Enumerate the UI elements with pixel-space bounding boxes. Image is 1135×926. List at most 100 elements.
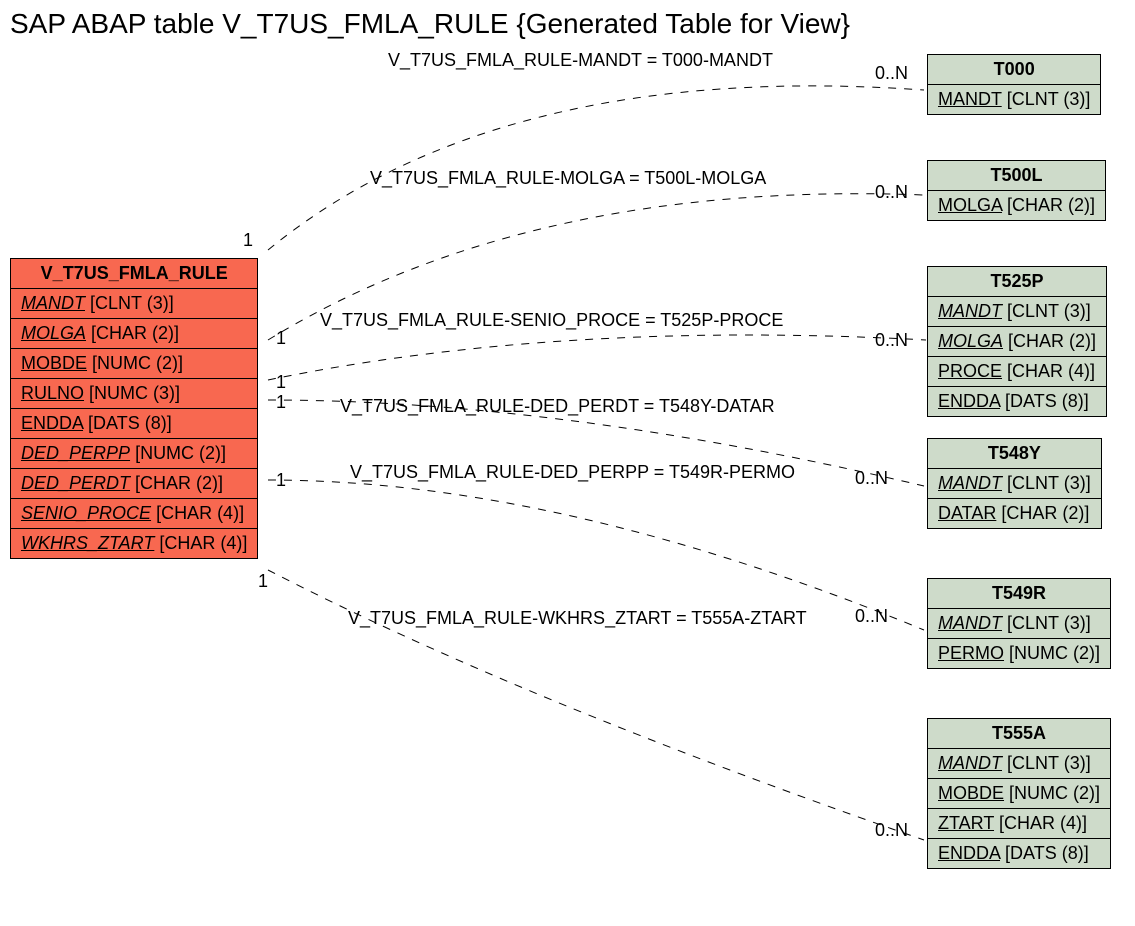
field-row: MOLGA [CHAR (2)] xyxy=(928,191,1105,220)
entity-t549r: T549R MANDT [CLNT (3)] PERMO [NUMC (2)] xyxy=(927,578,1111,669)
card-right-0: 0..N xyxy=(875,63,908,84)
field-type: [CLNT (3)] xyxy=(1007,89,1091,109)
entity-t548y: T548Y MANDT [CLNT (3)] DATAR [CHAR (2)] xyxy=(927,438,1102,529)
card-left-5: 1 xyxy=(258,571,268,592)
card-right-4: 0..N xyxy=(855,468,888,489)
card-left-4: 1 xyxy=(276,470,286,491)
entity-header: T548Y xyxy=(928,439,1101,469)
entity-t500l: T500L MOLGA [CHAR (2)] xyxy=(927,160,1106,221)
field-row: MANDT [CLNT (3)] xyxy=(11,289,257,319)
card-right-5: 0..N xyxy=(855,606,888,627)
field-name: MOLGA xyxy=(938,331,1003,351)
entity-main-header: V_T7US_FMLA_RULE xyxy=(11,259,257,289)
entity-header: T000 xyxy=(928,55,1100,85)
field-type: [CHAR (2)] xyxy=(1008,331,1096,351)
field-row: DED_PERPP [NUMC (2)] xyxy=(11,439,257,469)
field-name: MOLGA xyxy=(21,323,86,343)
field-type: [NUMC (2)] xyxy=(92,353,183,373)
field-type: [CHAR (4)] xyxy=(999,813,1087,833)
field-row: ENDDA [DATS (8)] xyxy=(928,839,1110,868)
field-row: MANDT [CLNT (3)] xyxy=(928,85,1100,114)
entity-header: T555A xyxy=(928,719,1110,749)
field-row: ENDDA [DATS (8)] xyxy=(928,387,1106,416)
field-type: [DATS (8)] xyxy=(1005,391,1089,411)
card-right-1: 0..N xyxy=(875,182,908,203)
rel-label-2: V_T7US_FMLA_RULE-SENIO_PROCE = T525P-PRO… xyxy=(320,310,783,331)
field-name: MOBDE xyxy=(21,353,87,373)
field-name: DED_PERDT xyxy=(21,473,130,493)
field-name: MANDT xyxy=(938,473,1002,493)
field-row: PERMO [NUMC (2)] xyxy=(928,639,1110,668)
field-type: [NUMC (3)] xyxy=(89,383,180,403)
rel-label-1: V_T7US_FMLA_RULE-MOLGA = T500L-MOLGA xyxy=(370,168,766,189)
field-name: PERMO xyxy=(938,643,1004,663)
field-name: MOLGA xyxy=(938,195,1002,215)
field-type: [CHAR (2)] xyxy=(91,323,179,343)
field-type: [NUMC (2)] xyxy=(1009,643,1100,663)
field-type: [DATS (8)] xyxy=(88,413,172,433)
card-right-2: 0..N xyxy=(875,330,908,351)
field-type: [CHAR (4)] xyxy=(159,533,247,553)
card-left-0: 1 xyxy=(243,230,253,251)
card-left-1: 1 xyxy=(276,328,286,349)
field-name: ZTART xyxy=(938,813,994,833)
field-type: [CLNT (3)] xyxy=(1007,301,1091,321)
field-type: [NUMC (2)] xyxy=(135,443,226,463)
field-type: [CHAR (2)] xyxy=(1007,195,1095,215)
entity-t555a: T555A MANDT [CLNT (3)] MOBDE [NUMC (2)] … xyxy=(927,718,1111,869)
field-row: MOBDE [NUMC (2)] xyxy=(11,349,257,379)
field-row: MOLGA [CHAR (2)] xyxy=(11,319,257,349)
field-type: [CHAR (4)] xyxy=(156,503,244,523)
field-row: SENIO_PROCE [CHAR (4)] xyxy=(11,499,257,529)
field-row: ZTART [CHAR (4)] xyxy=(928,809,1110,839)
card-right-t555a: 0..N xyxy=(875,820,908,841)
entity-header: T525P xyxy=(928,267,1106,297)
entity-main: V_T7US_FMLA_RULE MANDT [CLNT (3)] MOLGA … xyxy=(10,258,258,559)
field-name: ENDDA xyxy=(938,843,1000,863)
field-type: [DATS (8)] xyxy=(1005,843,1089,863)
entity-header: T549R xyxy=(928,579,1110,609)
field-row: ENDDA [DATS (8)] xyxy=(11,409,257,439)
field-name: DED_PERPP xyxy=(21,443,130,463)
field-row: MOLGA [CHAR (2)] xyxy=(928,327,1106,357)
entity-t525p: T525P MANDT [CLNT (3)] MOLGA [CHAR (2)] … xyxy=(927,266,1107,417)
card-left-2: 1 xyxy=(276,372,286,393)
field-name: MANDT xyxy=(938,89,1002,109)
field-type: [CLNT (3)] xyxy=(90,293,174,313)
field-row: MOBDE [NUMC (2)] xyxy=(928,779,1110,809)
field-row: MANDT [CLNT (3)] xyxy=(928,469,1101,499)
field-name: MANDT xyxy=(938,613,1002,633)
field-row: MANDT [CLNT (3)] xyxy=(928,749,1110,779)
field-name: MOBDE xyxy=(938,783,1004,803)
field-type: [NUMC (2)] xyxy=(1009,783,1100,803)
field-type: [CLNT (3)] xyxy=(1007,613,1091,633)
rel-label-0: V_T7US_FMLA_RULE-MANDT = T000-MANDT xyxy=(388,50,773,71)
field-name: ENDDA xyxy=(21,413,83,433)
field-name: RULNO xyxy=(21,383,84,403)
field-type: [CLNT (3)] xyxy=(1007,473,1091,493)
field-name: WKHRS_ZTART xyxy=(21,533,154,553)
field-name: DATAR xyxy=(938,503,996,523)
field-name: MANDT xyxy=(938,301,1002,321)
field-row: MANDT [CLNT (3)] xyxy=(928,297,1106,327)
field-name: PROCE xyxy=(938,361,1002,381)
rel-label-4: V_T7US_FMLA_RULE-DED_PERPP = T549R-PERMO xyxy=(350,462,795,483)
entity-header: T500L xyxy=(928,161,1105,191)
field-row: RULNO [NUMC (3)] xyxy=(11,379,257,409)
rel-label-3: V_T7US_FMLA_RULE-DED_PERDT = T548Y-DATAR xyxy=(340,396,775,417)
field-type: [CHAR (2)] xyxy=(1001,503,1089,523)
field-row: WKHRS_ZTART [CHAR (4)] xyxy=(11,529,257,558)
field-type: [CHAR (2)] xyxy=(135,473,223,493)
field-type: [CLNT (3)] xyxy=(1007,753,1091,773)
field-row: DATAR [CHAR (2)] xyxy=(928,499,1101,528)
field-name: SENIO_PROCE xyxy=(21,503,151,523)
field-row: MANDT [CLNT (3)] xyxy=(928,609,1110,639)
field-row: PROCE [CHAR (4)] xyxy=(928,357,1106,387)
diagram-title: SAP ABAP table V_T7US_FMLA_RULE {Generat… xyxy=(10,8,850,40)
rel-label-5: V_T7US_FMLA_RULE-WKHRS_ZTART = T555A-ZTA… xyxy=(348,608,807,629)
field-type: [CHAR (4)] xyxy=(1007,361,1095,381)
card-left-3: 1 xyxy=(276,392,286,413)
entity-t000: T000 MANDT [CLNT (3)] xyxy=(927,54,1101,115)
field-row: DED_PERDT [CHAR (2)] xyxy=(11,469,257,499)
field-name: MANDT xyxy=(21,293,85,313)
